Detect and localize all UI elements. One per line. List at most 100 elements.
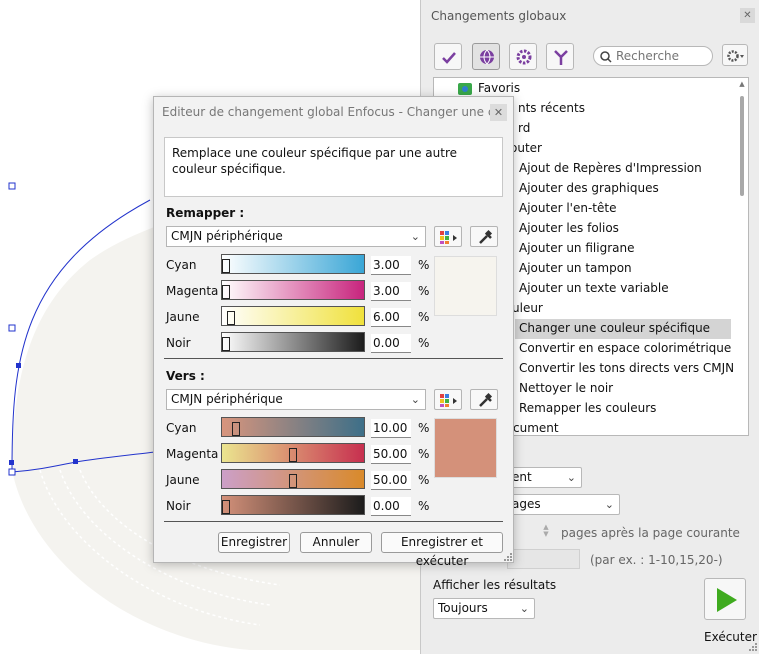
- tree-item[interactable]: Nettoyer le noir: [519, 381, 613, 395]
- slider-thumb[interactable]: [222, 259, 231, 273]
- tree-item[interactable]: rd: [518, 121, 530, 135]
- remap-yellow-label: Jaune: [166, 310, 200, 324]
- tree-scrollbar[interactable]: [740, 96, 744, 196]
- selection-handle[interactable]: [8, 324, 16, 332]
- remap-cyan-input[interactable]: 3.00: [371, 256, 411, 275]
- remap-color-picker-button[interactable]: [434, 226, 462, 247]
- tree-item[interactable]: Ajouter les folios: [519, 221, 619, 235]
- tree-item-label: Ajouter un texte variable: [519, 281, 669, 295]
- to-yellow-input[interactable]: 50.00: [371, 471, 411, 490]
- percent-label: %: [418, 336, 430, 350]
- tree-item-label: cument: [513, 421, 559, 435]
- tree-item[interactable]: Ajouter un tampon: [519, 261, 632, 275]
- run-button[interactable]: [704, 578, 746, 620]
- remap-eyedropper-button[interactable]: [470, 226, 498, 247]
- to-cyan-input[interactable]: 10.00: [371, 419, 411, 438]
- slider-thumb[interactable]: [289, 474, 297, 488]
- tree-item-selected[interactable]: Changer une couleur spécifique: [515, 319, 731, 339]
- tree-item-label: Nettoyer le noir: [519, 381, 614, 395]
- percent-label: %: [418, 499, 430, 513]
- description-box: Remplace une couleur spécifique par une …: [164, 137, 503, 197]
- to-cyan-label: Cyan: [166, 421, 197, 435]
- to-black-input[interactable]: 0.00: [371, 497, 411, 516]
- tree-item[interactable]: Convertir en espace colorimétrique: [519, 341, 731, 355]
- tree-item[interactable]: Ajouter l'en-tête: [519, 201, 616, 215]
- slider-thumb[interactable]: [226, 311, 235, 325]
- to-cyan-slider[interactable]: [221, 417, 365, 437]
- percent-label: %: [418, 310, 430, 324]
- global-changes-filter-button[interactable]: [472, 43, 500, 70]
- remap-magenta-label: Magenta: [166, 284, 219, 298]
- chevron-down-icon: ⌄: [519, 602, 529, 615]
- page-range-input[interactable]: [507, 549, 580, 569]
- save-and-run-button[interactable]: Enregistrer et exécuter: [381, 532, 503, 568]
- color-grid-icon: [440, 231, 457, 244]
- to-eyedropper-button[interactable]: [470, 389, 498, 410]
- slider-thumb[interactable]: [222, 337, 230, 351]
- remap-colorspace-select[interactable]: CMJN périphérique ⌄: [166, 226, 426, 247]
- show-results-select[interactable]: Toujours ⌄: [433, 598, 535, 619]
- tree-item[interactable]: outer: [510, 141, 542, 155]
- save-button[interactable]: Enregistrer: [218, 532, 290, 553]
- remap-black-input[interactable]: 0.00: [371, 334, 411, 353]
- scroll-up-icon[interactable]: ▲: [738, 80, 746, 88]
- search-input[interactable]: [616, 48, 708, 64]
- tree-item-label: rd: [518, 121, 531, 135]
- action-lists-filter-button[interactable]: [546, 43, 574, 70]
- anchor-point[interactable]: [73, 459, 78, 464]
- tree-item[interactable]: Ajouter un filigrane: [519, 241, 634, 255]
- tree-item[interactable]: nts récents: [518, 101, 585, 115]
- selection-handle[interactable]: [8, 468, 16, 476]
- cancel-button[interactable]: Annuler: [300, 532, 372, 553]
- tree-item-label: Ajout de Repères d'Impression: [519, 161, 702, 175]
- remap-black-slider[interactable]: [221, 332, 365, 352]
- tree-item[interactable]: uleur: [512, 301, 543, 315]
- search-field[interactable]: [593, 46, 713, 66]
- tree-item[interactable]: Ajout de Repères d'Impression: [519, 161, 702, 175]
- anchor-point[interactable]: [9, 460, 14, 465]
- to-magenta-slider[interactable]: [221, 443, 365, 463]
- resize-grip-icon[interactable]: [503, 552, 513, 562]
- dialog-close-button[interactable]: ✕: [490, 104, 507, 121]
- remap-cyan-slider[interactable]: [221, 254, 365, 274]
- panel-close-button[interactable]: ✕: [740, 8, 755, 23]
- remap-yellow-input[interactable]: 6.00: [371, 308, 411, 327]
- tree-item[interactable]: Remapper les couleurs: [519, 401, 656, 415]
- remap-yellow-slider[interactable]: [221, 306, 365, 326]
- remap-colorspace-value: CMJN périphérique: [171, 229, 283, 243]
- tree-item[interactable]: Convertir les tons directs vers CMJN: [519, 361, 734, 375]
- to-color-picker-button[interactable]: [434, 389, 462, 410]
- to-black-slider[interactable]: [221, 495, 365, 515]
- percent-label: %: [418, 473, 430, 487]
- to-yellow-label: Jaune: [166, 473, 200, 487]
- tree-item-label: Ajouter un tampon: [519, 261, 632, 275]
- slider-thumb[interactable]: [222, 500, 230, 514]
- favorites-filter-button[interactable]: [434, 43, 462, 70]
- dialog-title: Editeur de changement global Enfocus - C…: [162, 105, 490, 119]
- tree-item[interactable]: Ajouter un texte variable: [519, 281, 669, 295]
- resize-grip-icon[interactable]: [748, 642, 758, 652]
- to-black-label: Noir: [166, 499, 191, 513]
- slider-thumb[interactable]: [232, 422, 241, 436]
- tree-item-label: outer: [510, 141, 542, 155]
- chevron-down-icon: ⌄: [410, 393, 420, 406]
- chevron-down-icon: ⌄: [566, 471, 576, 484]
- tree-item[interactable]: Favoris: [458, 81, 520, 95]
- pages-stepper[interactable]: ▲ ▼: [540, 524, 552, 540]
- panel-options-button[interactable]: [722, 44, 748, 66]
- remap-magenta-input[interactable]: 3.00: [371, 282, 411, 301]
- remap-magenta-slider[interactable]: [221, 280, 365, 300]
- tree-item[interactable]: cument: [513, 421, 559, 435]
- gear-menu-icon: [727, 50, 744, 62]
- slider-thumb[interactable]: [222, 285, 231, 299]
- settings-filter-button[interactable]: [509, 43, 537, 70]
- to-colorspace-select[interactable]: CMJN périphérique ⌄: [166, 389, 426, 410]
- pages-select[interactable]: ages ⌄: [507, 494, 620, 515]
- tree-item[interactable]: Ajouter des graphiques: [519, 181, 659, 195]
- to-yellow-slider[interactable]: [221, 469, 365, 489]
- slider-thumb[interactable]: [289, 448, 297, 462]
- selection-handle[interactable]: [8, 182, 16, 190]
- anchor-point[interactable]: [16, 363, 21, 368]
- scope-select[interactable]: ent ⌄: [507, 467, 582, 488]
- to-magenta-input[interactable]: 50.00: [371, 445, 411, 464]
